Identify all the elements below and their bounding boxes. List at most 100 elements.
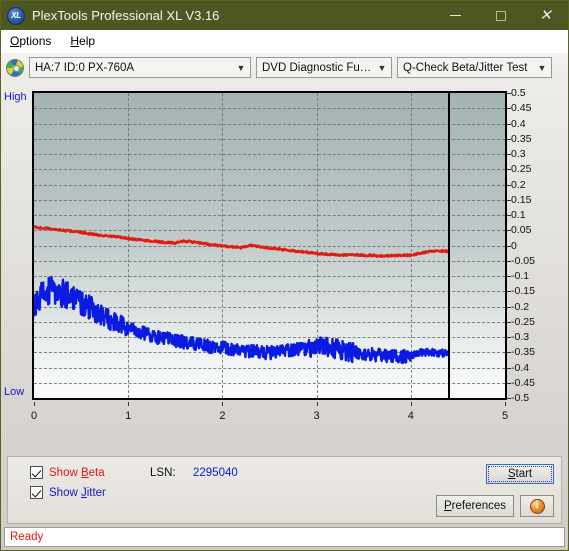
menu-item-options[interactable]: Options [7, 32, 59, 50]
y-axis-tick-label: 0.15 [511, 193, 532, 206]
start-button-label: Start [488, 466, 552, 482]
show-jitter-label: Show Jitter [49, 486, 106, 499]
y-axis-tick-label: 0 [511, 239, 517, 252]
y-axis-tick-mark [507, 291, 511, 293]
y-axis-tick-label: -0.4 [511, 361, 530, 374]
info-icon: i [529, 498, 545, 514]
x-axis-tick-label: 5 [501, 410, 509, 422]
y-axis-tick-label: -0.25 [511, 315, 535, 328]
y-axis-tick-mark [507, 245, 511, 247]
function-select-value: DVD Diagnostic Functions [262, 61, 373, 74]
y-axis-tick-mark [507, 123, 511, 125]
chevron-down-icon: ▼ [377, 62, 387, 73]
selector-toolbar: HA:7 ID:0 PX-760A ▼ DVD Diagnostic Funct… [1, 53, 568, 80]
x-axis-tick-label: 3 [313, 410, 320, 422]
chevron-down-icon: ▼ [537, 62, 547, 73]
y-axis-tick-mark [507, 154, 511, 155]
start-button[interactable]: Start [486, 464, 554, 484]
series-line-jitter [34, 277, 448, 363]
maximize-icon[interactable] [478, 1, 523, 30]
y-axis-tick-label: -0.45 [511, 376, 535, 389]
x-axis: 0 1 2 3 4 5 [30, 402, 511, 428]
show-jitter-checkbox[interactable]: Show Jitter [30, 486, 106, 499]
preferences-button-label: Preferences [443, 500, 506, 512]
plot-canvas [32, 91, 507, 400]
series-line-beta [34, 226, 448, 257]
x-axis-tick-mark [410, 402, 412, 406]
optical-disc-icon [6, 58, 24, 77]
application-window: XL PlexTools Professional XL V3.16 ✕ Opt… [0, 0, 569, 551]
y-axis-tick-mark [507, 352, 511, 354]
y-axis: 0.5 0.45 0.4 0.35 0.3 0.25 0.2 0.15 0.1 0.05 0 -0.0… [507, 87, 567, 404]
xl-logo-icon: XL [7, 6, 25, 25]
y-axis-tick-label: 0.05 [511, 224, 532, 237]
y-axis-tick-mark [507, 260, 511, 262]
y-axis-tick-label: -0.1 [511, 270, 530, 282]
window-title: PlexTools Professional XL V3.16 [32, 8, 220, 23]
y-axis-tick-mark [507, 169, 511, 171]
y-axis-tick-label: -0.35 [511, 346, 535, 359]
y-axis-tick-label: 0.4 [511, 117, 526, 130]
chevron-down-icon: ▼ [236, 62, 246, 73]
lsn-value: 2295040 [193, 467, 238, 479]
lsn-label: LSN: [150, 467, 176, 479]
y-axis-tick-label: -0.15 [511, 285, 535, 298]
y-axis-tick-label: 0.25 [511, 163, 532, 176]
y-axis-tick-mark [507, 138, 511, 140]
minimize-icon[interactable] [433, 1, 478, 30]
y-axis-tick-label: 0.3 [511, 148, 526, 160]
show-beta-checkbox[interactable]: Show Beta [30, 466, 105, 479]
drive-select[interactable]: HA:7 ID:0 PX-760A ▼ [29, 57, 251, 78]
y-axis-tick-mark [507, 306, 511, 308]
y-axis-tick-mark [507, 337, 511, 338]
chart-area: High Low 0.5 0.45 0.4 0.35 0.3 0.25 0.2 0.15 0.1… [1, 83, 568, 433]
x-axis-tick-mark [34, 402, 35, 406]
y-axis-tick-label: -0.3 [511, 331, 530, 343]
axis-label-low: Low [4, 386, 25, 398]
checkbox-box[interactable] [30, 486, 43, 499]
y-axis-tick-label: 0.1 [511, 209, 526, 221]
axis-label-high: High [4, 91, 27, 103]
y-axis-tick-label: -0.5 [511, 392, 530, 404]
y-axis-tick-label: 0.5 [511, 87, 526, 99]
y-axis-tick-label: -0.2 [511, 300, 530, 313]
x-axis-tick-mark [128, 402, 130, 406]
info-button[interactable]: i [520, 495, 554, 517]
test-select[interactable]: Q-Check Beta/Jitter Test ▼ [397, 57, 552, 78]
status-text: Ready [10, 531, 44, 543]
close-icon[interactable]: ✕ [523, 1, 568, 30]
y-axis-tick-mark [507, 199, 511, 201]
window-controls: ✕ [433, 1, 568, 30]
x-axis-tick-label: 4 [407, 410, 414, 422]
x-axis-tick-label: 2 [219, 410, 226, 422]
status-bar: Ready [4, 527, 565, 547]
y-axis-tick-mark [507, 184, 511, 186]
y-axis-tick-mark [507, 215, 511, 216]
checkbox-box[interactable] [30, 466, 43, 479]
title-bar: XL PlexTools Professional XL V3.16 ✕ [1, 1, 568, 30]
y-axis-tick-mark [507, 367, 511, 369]
x-axis-tick-label: 1 [125, 410, 132, 422]
menu-item-help-label: elp [79, 34, 96, 48]
preferences-button[interactable]: Preferences [436, 495, 514, 517]
y-axis-tick-label: 0.2 [511, 178, 526, 191]
data-end-marker [448, 93, 451, 398]
y-axis-tick-mark [507, 276, 511, 277]
y-axis-tick-mark [507, 230, 511, 232]
control-panel: Show Beta Show Jitter LSN: 2295040 Start… [7, 456, 562, 524]
y-axis-tick-mark [507, 321, 511, 323]
x-axis-tick-label: 0 [30, 410, 38, 422]
x-axis-tick-mark [222, 402, 224, 406]
function-select[interactable]: DVD Diagnostic Functions ▼ [256, 57, 392, 78]
y-axis-tick-label: 0.45 [511, 102, 532, 115]
menu-bar: Options Help [1, 30, 568, 53]
menu-item-options-label: ptions [19, 34, 52, 48]
y-axis-tick-label: 0.35 [511, 132, 532, 145]
y-axis-tick-mark [507, 93, 511, 94]
y-axis-tick-mark [507, 382, 511, 384]
drive-select-value: HA:7 ID:0 PX-760A [35, 61, 135, 74]
x-axis-tick-mark [505, 402, 506, 406]
menu-item-help[interactable]: Help [67, 32, 103, 50]
x-axis-tick-mark [316, 402, 318, 406]
test-select-value: Q-Check Beta/Jitter Test [403, 61, 528, 74]
